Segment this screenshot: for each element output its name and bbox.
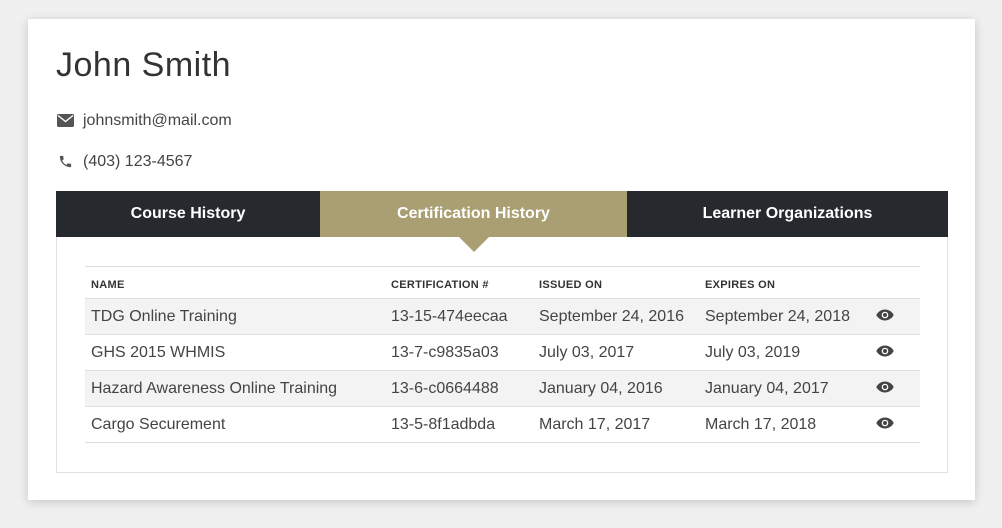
certification-table: NAME CERTIFICATION # ISSUED ON EXPIRES O… [85, 266, 920, 443]
table-row: Hazard Awareness Online Training 13-6-c0… [85, 370, 920, 407]
column-header-name: NAME [91, 278, 125, 291]
cell-name: TDG Online Training [91, 307, 237, 325]
phone-text: (403) 123-4567 [83, 152, 193, 170]
eye-icon[interactable] [876, 417, 894, 429]
eye-icon[interactable] [876, 309, 894, 321]
cell-cert: 13-5-8f1adbda [391, 415, 496, 433]
email-row: johnsmith@mail.com [56, 111, 232, 130]
table-header-row: NAME CERTIFICATION # ISSUED ON EXPIRES O… [85, 266, 920, 299]
column-header-expires: EXPIRES ON [705, 278, 776, 291]
cell-issued: September 24, 2016 [539, 307, 684, 325]
phone-row: (403) 123-4567 [56, 152, 192, 171]
table-row: TDG Online Training 13-15-474eecaa Septe… [85, 298, 920, 335]
table-row: GHS 2015 WHMIS 13-7-c9835a03 July 03, 20… [85, 334, 920, 371]
cell-issued: July 03, 2017 [539, 343, 635, 361]
cell-cert: 13-7-c9835a03 [391, 343, 499, 361]
cell-issued: March 17, 2017 [539, 415, 651, 433]
eye-icon[interactable] [876, 381, 894, 393]
cell-name: GHS 2015 WHMIS [91, 343, 226, 361]
certification-panel: NAME CERTIFICATION # ISSUED ON EXPIRES O… [56, 237, 948, 473]
column-header-actions [850, 267, 920, 299]
cell-issued: January 04, 2016 [539, 379, 663, 397]
learner-profile-card: John Smith johnsmith@mail.com (403) 123-… [28, 19, 975, 500]
tab-label: Course History [130, 205, 246, 222]
cell-expires: July 03, 2019 [705, 343, 801, 361]
eye-icon[interactable] [876, 345, 894, 357]
tab-certification-history[interactable]: Certification History [320, 191, 627, 252]
table-row: Cargo Securement 13-5-8f1adbda March 17,… [85, 406, 920, 443]
cell-view [850, 335, 920, 371]
cell-expires: September 24, 2018 [705, 307, 850, 325]
cell-view [850, 407, 920, 443]
column-header-certification: CERTIFICATION # [391, 278, 489, 291]
tab-learner-organizations[interactable]: Learner Organizations [627, 191, 948, 237]
email-text: johnsmith@mail.com [83, 111, 232, 129]
phone-icon [56, 152, 75, 171]
cell-expires: March 17, 2018 [705, 415, 817, 433]
learner-name: John Smith [56, 46, 232, 84]
tab-course-history[interactable]: Course History [56, 191, 320, 237]
tab-label: Learner Organizations [702, 205, 873, 222]
cell-expires: January 04, 2017 [705, 379, 829, 397]
cell-name: Cargo Securement [91, 415, 226, 433]
cell-name: Hazard Awareness Online Training [91, 379, 338, 397]
profile-tabs: Course History Certification History Lea… [56, 191, 948, 252]
cell-cert: 13-6-c0664488 [391, 379, 499, 397]
envelope-icon [56, 111, 75, 130]
tab-label: Certification History [397, 205, 550, 222]
cell-view [850, 299, 920, 335]
column-header-issued: ISSUED ON [539, 278, 603, 291]
cell-cert: 13-15-474eecaa [391, 307, 508, 325]
cell-view [850, 371, 920, 407]
